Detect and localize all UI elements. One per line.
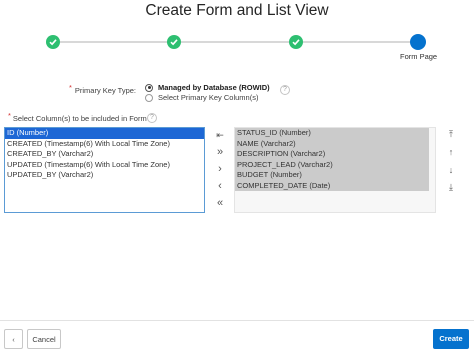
check-icon [170, 39, 178, 46]
reset-icon[interactable]: ⇤ [213, 129, 227, 141]
radio-button-unchecked[interactable] [145, 93, 153, 102]
check-icon [292, 39, 300, 46]
required-marker: * [8, 111, 11, 120]
wizard-step-2 [167, 35, 181, 49]
list-item[interactable]: UPDATED_BY (Varchar2) [5, 170, 204, 181]
list-item[interactable]: NAME (Varchar2) [235, 138, 429, 149]
list-item[interactable]: DESCRIPTION (Varchar2) [235, 149, 429, 160]
columns-label: * Select Column(s) to be included in Form [8, 111, 147, 123]
available-columns-list[interactable]: ID (Number) CREATED (Timestamp(6) With Lo… [4, 127, 205, 213]
primary-key-label: * Primary Key Type: [0, 83, 136, 95]
cancel-button[interactable]: Cancel [27, 329, 61, 349]
wizard-step-4 [410, 34, 426, 50]
list-item[interactable]: CREATED (Timestamp(6) With Local Time Zo… [5, 139, 204, 150]
list-item[interactable]: CREATED_BY (Varchar2) [5, 149, 204, 160]
wizard-track [60, 41, 414, 43]
move-top-icon[interactable]: ⤒ [444, 128, 458, 140]
dialog-footer: ‹ Cancel Create [0, 320, 474, 353]
list-item[interactable]: PROJECT_LEAD (Varchar2) [235, 159, 429, 170]
radio-managed-by-database[interactable]: Managed by Database (ROWID) [145, 83, 270, 92]
wizard-step-4-label: Form Page [400, 52, 438, 61]
wizard-step-3 [289, 35, 303, 49]
remove-icon[interactable]: ‹ [213, 180, 227, 192]
list-item[interactable]: UPDATED (Timestamp(6) With Local Time Zo… [5, 160, 204, 171]
create-button[interactable]: Create [433, 329, 469, 349]
help-icon[interactable]: ? [147, 113, 157, 123]
required-marker: * [68, 83, 72, 92]
list-item[interactable]: STATUS_ID (Number) [235, 128, 429, 139]
primary-key-label-text: Primary Key Type: [74, 86, 136, 95]
selected-columns-list[interactable]: STATUS_ID (Number) NAME (Varchar2) DESCRIP… [234, 127, 436, 213]
remove-all-icon[interactable]: « [213, 197, 227, 209]
move-icon[interactable]: › [213, 163, 227, 175]
move-down-icon[interactable]: ↓ [444, 164, 458, 176]
check-icon [49, 39, 57, 46]
radio-label-select-pk: Select Primary Key Column(s) [158, 93, 259, 102]
list-item[interactable]: BUDGET (Number) [235, 170, 429, 181]
list-item[interactable]: ID (Number) [5, 128, 204, 139]
help-icon[interactable]: ? [280, 85, 290, 95]
radio-label-rowid: Managed by Database (ROWID) [158, 83, 270, 92]
columns-label-text: Select Column(s) to be included in Form [12, 114, 147, 123]
move-all-icon[interactable]: » [213, 146, 227, 158]
back-button[interactable]: ‹ [4, 329, 23, 349]
move-bottom-icon[interactable]: ⤓ [444, 181, 458, 193]
wizard-step-1 [46, 35, 60, 49]
radio-button-checked[interactable] [145, 83, 153, 92]
dialog-title: Create Form and List View [145, 2, 329, 19]
radio-select-primary-key[interactable]: Select Primary Key Column(s) [145, 93, 258, 102]
wizard-progress: Form Page [0, 30, 474, 66]
move-up-icon[interactable]: ↑ [444, 146, 458, 158]
list-item[interactable]: COMPLETED_DATE (Date) [235, 180, 429, 191]
